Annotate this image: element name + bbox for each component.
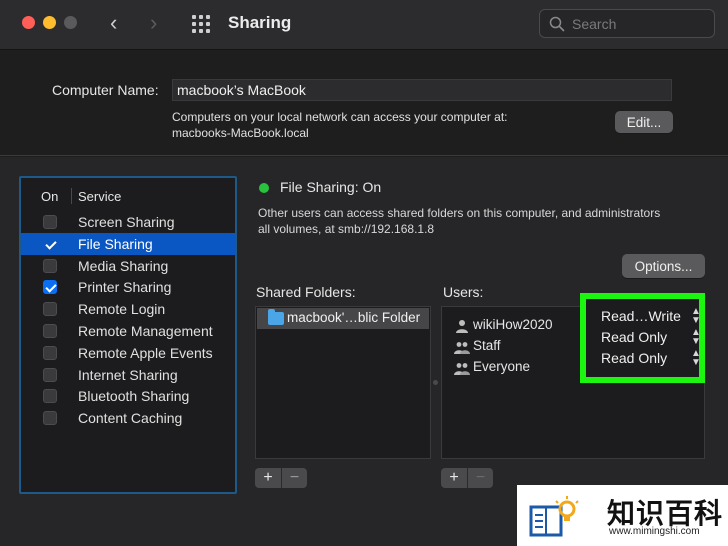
shared-folders-add-remove: + −	[255, 468, 307, 488]
users-label: Users:	[443, 284, 484, 300]
service-rows: Screen Sharing File Sharing Media Sharing P…	[21, 211, 235, 429]
service-label: Media Sharing	[78, 257, 169, 274]
service-checkbox[interactable]	[43, 389, 57, 404]
service-row[interactable]: Internet Sharing	[21, 364, 235, 386]
up-down-chevron-icon: ▲ ▼	[691, 327, 701, 347]
service-label: Remote Apple Events	[78, 344, 213, 361]
permission-popup[interactable]: Read…Write ▲ ▼	[601, 307, 701, 327]
computer-name-pane: Computer Name: macbook’s MacBook Compute…	[0, 51, 728, 156]
service-checkbox[interactable]	[43, 345, 57, 360]
up-down-chevron-icon: ▲ ▼	[691, 348, 701, 368]
service-list: On Service Screen Sharing File Sharing Med…	[19, 176, 237, 494]
user-name: wikiHow2020	[473, 317, 553, 332]
computer-address-line1: Computers on your local network can acce…	[172, 110, 508, 124]
window-title: Sharing	[228, 13, 292, 32]
service-row[interactable]: Remote Management	[21, 320, 235, 342]
remove-user-button[interactable]: −	[467, 468, 493, 488]
service-checkbox[interactable]	[43, 367, 57, 382]
service-row[interactable]: File Sharing	[21, 232, 235, 255]
search-input[interactable]	[572, 14, 708, 34]
person-icon	[456, 320, 468, 333]
service-row[interactable]: Remote Login	[21, 298, 235, 320]
column-separator	[71, 188, 72, 204]
minimize-window-button[interactable]	[43, 16, 56, 29]
edit-button[interactable]: Edit...	[615, 111, 673, 133]
permission-value: Read Only	[601, 329, 668, 345]
forward-chevron-icon[interactable]: ›	[150, 10, 157, 36]
title-bar: ‹ › Sharing	[0, 0, 728, 50]
service-label: Internet Sharing	[78, 366, 178, 383]
split-view-divider[interactable]	[433, 380, 438, 385]
up-down-chevron-icon: ▲ ▼	[691, 306, 701, 326]
search-icon	[549, 16, 565, 32]
users-add-remove: + −	[441, 468, 493, 488]
shared-folder-row[interactable]: macbook'…blic Folder	[257, 308, 429, 329]
back-chevron-icon[interactable]: ‹	[110, 10, 117, 36]
service-checkbox[interactable]	[43, 323, 57, 338]
search-field[interactable]	[539, 9, 715, 38]
service-checkbox[interactable]	[43, 280, 57, 295]
shared-folder-name: macbook'…blic Folder	[287, 310, 421, 325]
folder-icon	[268, 309, 284, 325]
service-checkbox[interactable]	[43, 237, 57, 251]
permission-value: Read…Write	[601, 308, 681, 324]
computer-name-field[interactable]: macbook’s MacBook	[172, 79, 672, 101]
computer-address-description: Computers on your local network can acce…	[172, 109, 507, 141]
options-button[interactable]: Options...	[622, 254, 705, 278]
service-row[interactable]: Remote Apple Events	[21, 342, 235, 364]
user-name: Staff	[473, 338, 501, 353]
shared-folders-label: Shared Folders:	[256, 284, 356, 300]
shared-folders-list: macbook'…blic Folder	[255, 306, 431, 459]
computer-address-line2: macbooks-MacBook.local	[172, 126, 309, 140]
service-checkbox[interactable]	[43, 258, 57, 273]
zoom-window-button[interactable]	[64, 16, 77, 29]
service-row[interactable]: Media Sharing	[21, 255, 235, 277]
watermark: 知识百科 www.mimingshi.com	[517, 485, 728, 546]
user-name: Everyone	[473, 359, 531, 374]
service-label: Printer Sharing	[78, 279, 172, 296]
add-user-button[interactable]: +	[441, 468, 467, 488]
service-label: Remote Management	[78, 322, 213, 339]
computer-name-label: Computer Name:	[52, 82, 159, 98]
service-label: File Sharing	[78, 235, 153, 252]
permission-popup[interactable]: Read Only ▲ ▼	[601, 349, 701, 369]
column-header-on[interactable]: On	[41, 189, 58, 204]
remove-shared-folder-button[interactable]: −	[281, 468, 307, 488]
permissions-highlight-box: Read…Write ▲ ▼ Read Only ▲ ▼ Read Only ▲ ▼	[580, 293, 705, 383]
service-row[interactable]: Printer Sharing	[21, 276, 235, 298]
group-icon	[454, 342, 470, 354]
permission-value: Read Only	[601, 350, 668, 366]
show-all-grid-icon[interactable]	[192, 15, 210, 33]
add-shared-folder-button[interactable]: +	[255, 468, 281, 488]
watermark-url: www.mimingshi.com	[609, 526, 700, 537]
file-sharing-description-line1: Other users can access shared folders on…	[258, 206, 661, 220]
book-lightbulb-logo-icon	[529, 496, 579, 537]
service-checkbox[interactable]	[43, 215, 57, 229]
status-indicator-dot	[259, 183, 269, 193]
service-label: Content Caching	[78, 410, 183, 427]
file-sharing-status: File Sharing: On	[280, 179, 382, 195]
service-row[interactable]: Content Caching	[21, 407, 235, 429]
file-sharing-description: Other users can access shared folders on…	[258, 206, 708, 237]
service-checkbox[interactable]	[43, 302, 57, 317]
close-window-button[interactable]	[22, 16, 35, 29]
permission-popup[interactable]: Read Only ▲ ▼	[601, 328, 701, 348]
service-label: Bluetooth Sharing	[78, 388, 190, 405]
service-label: Remote Login	[78, 301, 166, 318]
column-header-service[interactable]: Service	[78, 189, 121, 204]
service-list-header: On Service	[21, 186, 235, 208]
service-checkbox[interactable]	[43, 411, 57, 426]
group-icon	[454, 363, 470, 375]
service-label: Screen Sharing	[78, 214, 175, 230]
service-row[interactable]: Bluetooth Sharing	[21, 385, 235, 407]
file-sharing-description-line2: all volumes, at smb://192.168.1.8	[258, 221, 435, 236]
service-row[interactable]: Screen Sharing	[21, 211, 235, 233]
